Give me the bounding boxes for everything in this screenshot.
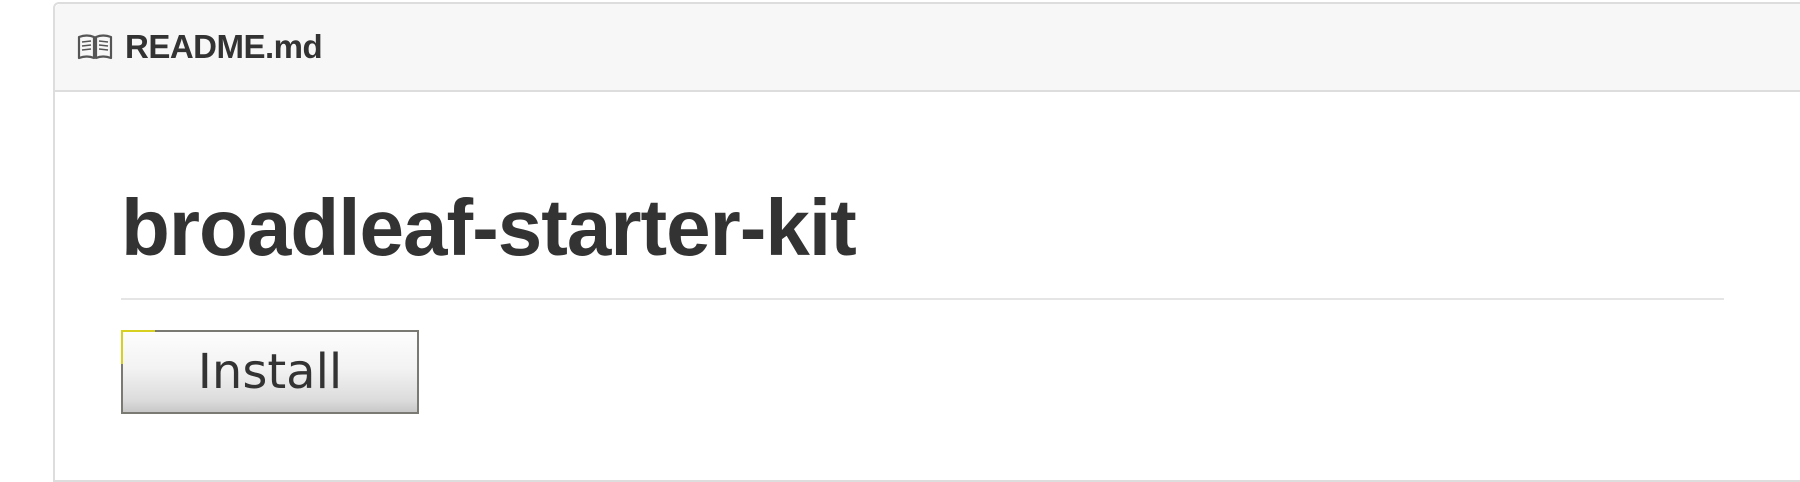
install-button[interactable]: Install xyxy=(121,330,419,414)
readme-filename: README.md xyxy=(125,28,323,65)
book-icon xyxy=(77,34,113,60)
title-divider xyxy=(121,298,1724,300)
readme-header: README.md xyxy=(55,4,1800,92)
readme-body: broadleaf-starter-kit Install xyxy=(55,92,1800,414)
install-button-label: Install xyxy=(197,344,343,400)
readme-container: README.md broadleaf-starter-kit Install xyxy=(53,2,1800,482)
page-title: broadleaf-starter-kit xyxy=(121,183,857,272)
